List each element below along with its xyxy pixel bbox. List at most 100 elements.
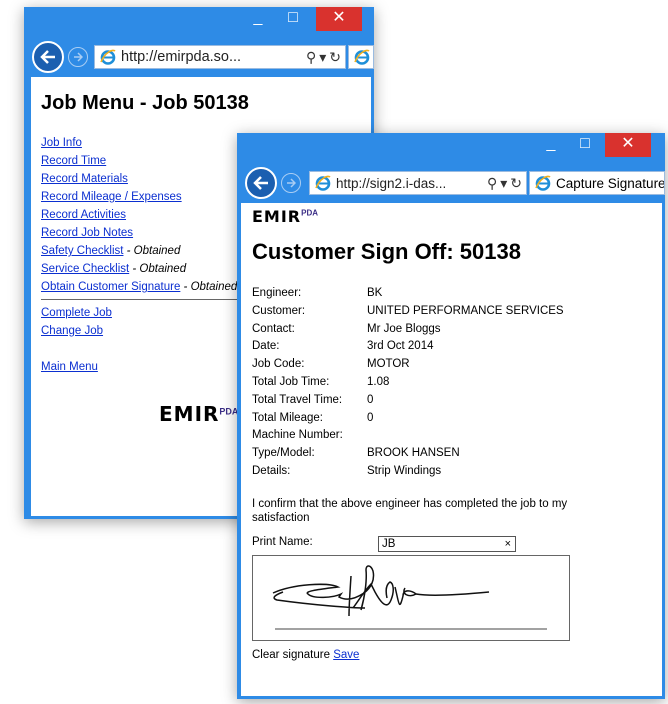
address-text: http://sign2.i-das... — [336, 175, 447, 191]
maximize-button[interactable]: □ — [572, 133, 598, 157]
arrow-right-icon — [74, 52, 83, 62]
signoff-titlebar: _ □ ✕ — [237, 133, 665, 163]
tab-current[interactable] — [348, 45, 374, 69]
status-text: - Obtained — [123, 245, 181, 257]
refresh-icon[interactable]: ↻ — [510, 175, 522, 192]
forward-button[interactable] — [281, 173, 301, 193]
tab-label: Capture Signature — [556, 175, 665, 191]
print-name-label: Print Name: — [252, 536, 313, 548]
page-title: Customer Sign Off: 50138 — [252, 239, 521, 264]
detail-value: BK — [367, 287, 383, 299]
ie-logo-icon — [535, 175, 551, 191]
detail-row: Total Mileage: 0 — [252, 410, 564, 428]
record-mileage-link[interactable]: Record Mileage / Expenses — [41, 191, 182, 203]
emir-pda-logo: EMIRPDA — [252, 207, 318, 227]
ie-logo-icon — [354, 49, 370, 65]
detail-value: UNITED PERFORMANCE SERVICES — [367, 304, 564, 317]
detail-value: BROOK HANSEN — [367, 447, 460, 460]
status-text: - Obtained — [180, 281, 238, 293]
complete-job-link[interactable]: Complete Job — [41, 307, 112, 319]
detail-label: Contact: — [252, 322, 295, 335]
detail-value: 0 — [367, 393, 374, 406]
page-title: Job Menu - Job 50138 — [41, 92, 249, 114]
record-activities-link[interactable]: Record Activities — [41, 209, 126, 221]
detail-row: Customer: UNITED PERFORMANCE SERVICES — [252, 303, 564, 321]
tab-capture-signature[interactable]: Capture Signature — [529, 171, 665, 195]
detail-label: Details: — [252, 464, 291, 477]
back-button[interactable] — [32, 41, 64, 73]
job-details-list: Engineer: BK Customer: UNITED PERFORMANCE … — [252, 285, 564, 481]
detail-label: Job Code: — [252, 358, 305, 371]
detail-value: Strip Windings — [367, 464, 442, 477]
signoff-window: _ □ ✕ http://sign2.i-das... ⚲ ▾ ↻ Captur… — [237, 133, 665, 699]
detail-value: 1.08 — [367, 375, 390, 388]
maximize-button[interactable]: □ — [280, 7, 306, 31]
detail-label: Machine Number: — [252, 429, 343, 442]
detail-row: Machine Number: — [252, 427, 564, 445]
confirmation-text: I confirm that the above engineer has co… — [252, 498, 568, 524]
close-button[interactable]: ✕ — [605, 133, 651, 157]
emir-pda-logo: EMIRPDA — [159, 402, 238, 426]
detail-row: Type/Model: BROOK HANSEN — [252, 445, 564, 463]
print-name-value: JB — [382, 538, 396, 550]
search-icon[interactable]: ⚲ — [306, 49, 316, 66]
back-button[interactable] — [245, 167, 277, 199]
detail-row: Total Job Time: 1.08 — [252, 374, 564, 392]
address-bar[interactable]: http://sign2.i-das... ⚲ ▾ ↻ — [309, 171, 527, 195]
record-job-notes-link[interactable]: Record Job Notes — [41, 227, 133, 239]
signature-pad[interactable] — [252, 555, 570, 641]
minimize-button[interactable]: _ — [538, 133, 564, 157]
detail-value: Mr Joe Bloggs — [367, 322, 441, 335]
signoff-content: EMIRPDA Customer Sign Off: 50138 Enginee… — [241, 203, 662, 696]
detail-value: 3rd Oct 2014 — [367, 340, 434, 353]
forward-button[interactable] — [68, 47, 88, 67]
address-text: http://emirpda.so... — [121, 49, 242, 65]
logo-superscript: PDA — [219, 406, 239, 417]
clear-signature-label: Clear signature — [252, 649, 330, 661]
job-info-link[interactable]: Job Info — [41, 137, 82, 149]
detail-label: Engineer: — [252, 287, 302, 299]
detail-label: Type/Model: — [252, 447, 315, 460]
logo-superscript: PDA — [301, 208, 319, 218]
main-menu-link[interactable]: Main Menu — [41, 361, 98, 373]
search-icon[interactable]: ⚲ — [487, 175, 497, 192]
detail-value: MOTOR — [367, 358, 410, 371]
logo-text: EMIR — [252, 207, 302, 226]
dropdown-icon[interactable]: ▾ — [500, 175, 507, 192]
job-menu-titlebar: _ □ ✕ — [24, 7, 374, 37]
detail-label: Customer: — [252, 304, 306, 317]
refresh-icon[interactable]: ↻ — [329, 49, 341, 66]
dropdown-icon[interactable]: ▾ — [319, 49, 326, 66]
detail-row: Job Code: MOTOR — [252, 356, 564, 374]
detail-label: Total Mileage: — [252, 411, 323, 424]
print-name-input[interactable]: JB × — [378, 536, 516, 552]
logo-text: EMIR — [159, 402, 220, 426]
change-job-link[interactable]: Change Job — [41, 325, 103, 337]
clear-input-icon[interactable]: × — [505, 537, 511, 551]
ie-logo-icon — [315, 175, 331, 191]
close-button[interactable]: ✕ — [316, 7, 362, 31]
record-materials-link[interactable]: Record Materials — [41, 173, 128, 185]
safety-checklist-link[interactable]: Safety Checklist — [41, 245, 123, 257]
arrow-right-icon — [287, 178, 296, 188]
detail-label: Total Job Time: — [252, 375, 330, 388]
signoff-navbar: http://sign2.i-das... ⚲ ▾ ↻ Capture Sign… — [237, 163, 665, 203]
obtain-signature-link[interactable]: Obtain Customer Signature — [41, 281, 180, 293]
minimize-button[interactable]: _ — [245, 7, 271, 31]
detail-label: Date: — [252, 340, 280, 353]
record-time-link[interactable]: Record Time — [41, 155, 106, 167]
detail-row: Engineer: BK — [252, 285, 564, 303]
status-text: - Obtained — [129, 263, 187, 275]
detail-row: Contact: Mr Joe Bloggs — [252, 321, 564, 339]
arrow-left-icon — [40, 50, 55, 64]
ie-logo-icon — [100, 49, 116, 65]
save-link[interactable]: Save — [333, 649, 359, 661]
arrow-left-icon — [253, 176, 268, 190]
detail-row: Date: 3rd Oct 2014 — [252, 338, 564, 356]
address-bar[interactable]: http://emirpda.so... ⚲ ▾ ↻ — [94, 45, 346, 69]
job-menu-navbar: http://emirpda.so... ⚲ ▾ ↻ — [24, 37, 374, 77]
detail-label: Total Travel Time: — [252, 393, 343, 406]
signature-actions: Clear signature Save — [252, 649, 359, 661]
detail-value: 0 — [367, 411, 374, 424]
service-checklist-link[interactable]: Service Checklist — [41, 263, 129, 275]
